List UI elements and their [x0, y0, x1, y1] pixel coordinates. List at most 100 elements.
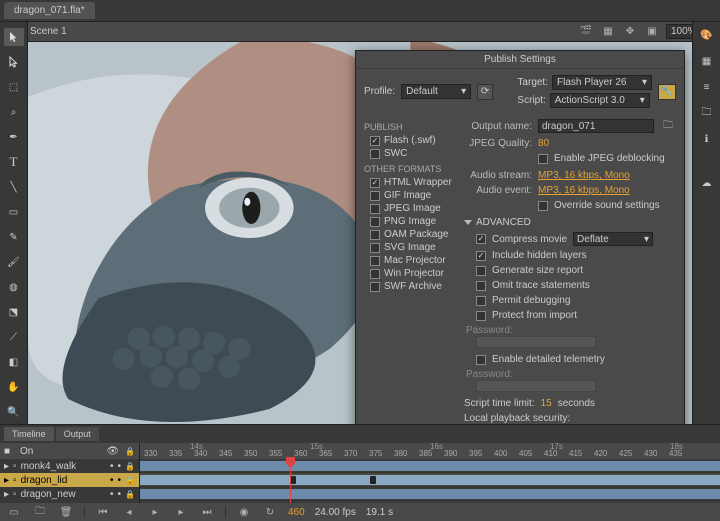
- cc-icon[interactable]: ☁: [697, 174, 717, 192]
- trash-icon[interactable]: 🗑: [58, 504, 74, 520]
- password-input-2: [476, 380, 596, 392]
- size-check[interactable]: [476, 266, 486, 276]
- subselect-tool[interactable]: [4, 53, 24, 71]
- trace-label: Omit trace statements: [492, 280, 590, 291]
- advanced-toggle[interactable]: ADVANCED: [464, 217, 676, 228]
- lasso-tool[interactable]: ⌕: [4, 103, 24, 121]
- zoom-tool[interactable]: 🔍: [4, 403, 24, 421]
- line-tool[interactable]: ╲: [4, 178, 24, 196]
- lps-label: Local playback security:: [464, 413, 676, 424]
- other-heading: OTHER FORMATS: [364, 164, 456, 174]
- selection-tool[interactable]: [4, 28, 24, 46]
- info-icon[interactable]: ℹ: [697, 130, 717, 148]
- transform-tool[interactable]: ⬚: [4, 78, 24, 96]
- audio-stream-link[interactable]: MP3, 16 kbps, Mono: [538, 170, 630, 181]
- color-panel-icon[interactable]: 🎨: [697, 26, 717, 44]
- fmt-oam[interactable]: OAM Package: [364, 228, 456, 241]
- new-layer-icon[interactable]: ▭: [6, 504, 22, 520]
- settings-wrench-icon[interactable]: 🔧: [658, 84, 676, 100]
- stl-unit: seconds: [558, 398, 595, 409]
- layer-row[interactable]: ▸▫dragon_new••🔒: [0, 487, 139, 501]
- eraser-tool[interactable]: ◧: [4, 353, 24, 371]
- compress-label: Compress movie: [492, 234, 567, 245]
- password-input-1: [476, 336, 596, 348]
- audio-stream-label: Audio stream:: [464, 170, 532, 181]
- password-label-1: Password:: [466, 325, 676, 336]
- tab-timeline[interactable]: Timeline: [4, 427, 54, 441]
- fmt-gif[interactable]: GIF Image: [364, 189, 456, 202]
- swatches-icon[interactable]: ▦: [697, 52, 717, 70]
- fmt-svg[interactable]: SVG Image: [364, 241, 456, 254]
- password-label-2: Password:: [466, 369, 676, 380]
- protect-label: Protect from import: [492, 310, 577, 321]
- onion-icon[interactable]: ◉: [236, 504, 252, 520]
- layer-row[interactable]: ▸▫monk4_walk••🔒: [0, 459, 139, 473]
- telemetry-check[interactable]: [476, 355, 486, 365]
- fmt-flash[interactable]: Flash (.swf): [364, 134, 456, 147]
- format-list: PUBLISH Flash (.swf) SWC OTHER FORMATS H…: [364, 118, 456, 473]
- pencil-tool[interactable]: ✎: [4, 228, 24, 246]
- hidden-label: Include hidden layers: [492, 250, 587, 261]
- align-icon[interactable]: ≡: [697, 78, 717, 96]
- pen-tool[interactable]: ✒: [4, 128, 24, 146]
- clapper-icon[interactable]: 🎬: [578, 24, 594, 40]
- fmt-win[interactable]: Win Projector: [364, 267, 456, 280]
- fmt-jpeg[interactable]: JPEG Image: [364, 202, 456, 215]
- brush-tool[interactable]: 🖌: [4, 253, 24, 271]
- hand-tool[interactable]: ✋: [4, 378, 24, 396]
- scene-toolbar: ⇦ Scene 1 🎬 ▦ ✥ ▣ 100%▾: [0, 22, 720, 42]
- script-label: Script:: [517, 95, 545, 106]
- compress-select[interactable]: Deflate▾: [573, 232, 653, 246]
- stl-value[interactable]: 15: [541, 398, 552, 409]
- next-frame-icon[interactable]: ▸: [173, 504, 189, 520]
- override-sound-check[interactable]: [538, 201, 548, 211]
- scene-icon[interactable]: ▦: [600, 24, 616, 40]
- audio-event-link[interactable]: MP3, 16 kbps, Mono: [538, 185, 630, 196]
- target-label: Target:: [517, 77, 548, 88]
- layer-list: ■On👁🔒 ▸▫monk4_walk••🔒 ▸▫dragon_lid••🔒 ▸▫…: [0, 443, 140, 503]
- fmt-swfa[interactable]: SWF Archive: [364, 280, 456, 293]
- play-icon[interactable]: ▸: [147, 504, 163, 520]
- paint-tool[interactable]: ⬔: [4, 303, 24, 321]
- output-input[interactable]: dragon_071: [538, 119, 654, 133]
- fmt-html[interactable]: HTML Wrapper: [364, 176, 456, 189]
- file-tab[interactable]: dragon_071.fla*: [4, 2, 95, 19]
- new-folder-icon[interactable]: 🗀: [32, 504, 48, 520]
- debug-check[interactable]: [476, 296, 486, 306]
- hidden-check[interactable]: [476, 251, 486, 261]
- fps-label: 24.00 fps: [315, 507, 356, 518]
- frame-area[interactable]: 14s 15s 16s 17s 18s 330 335 340 345 350 …: [140, 443, 720, 503]
- prev-frame-icon[interactable]: ◂: [121, 504, 137, 520]
- eyedrop-tool[interactable]: ⟋: [4, 328, 24, 346]
- target-select[interactable]: Flash Player 26▾: [552, 75, 652, 90]
- jpeg-q-value[interactable]: 80: [538, 138, 549, 149]
- library-icon[interactable]: 🗀: [697, 104, 717, 122]
- audio-event-label: Audio event:: [464, 185, 532, 196]
- loop-icon[interactable]: ↻: [262, 504, 278, 520]
- first-frame-icon[interactable]: ⏮: [95, 504, 111, 520]
- protect-check[interactable]: [476, 311, 486, 321]
- fmt-mac[interactable]: Mac Projector: [364, 254, 456, 267]
- size-label: Generate size report: [492, 265, 583, 276]
- grid-icon[interactable]: ▣: [644, 24, 660, 40]
- playhead[interactable]: [290, 459, 291, 503]
- compress-check[interactable]: [476, 234, 486, 244]
- fmt-png[interactable]: PNG Image: [364, 215, 456, 228]
- trace-check[interactable]: [476, 281, 486, 291]
- profile-options-icon[interactable]: ⟳: [477, 84, 493, 100]
- jpeg-deblock-check[interactable]: [538, 154, 548, 164]
- last-frame-icon[interactable]: ⏭: [199, 504, 215, 520]
- current-frame[interactable]: 460: [288, 507, 305, 518]
- override-sound-label: Override sound settings: [554, 200, 660, 211]
- bucket-tool[interactable]: ◍: [4, 278, 24, 296]
- script-select[interactable]: ActionScript 3.0▾: [550, 93, 650, 108]
- profile-select[interactable]: Default▾: [401, 84, 471, 99]
- browse-icon[interactable]: 🗀: [660, 118, 676, 134]
- text-tool[interactable]: T: [4, 153, 24, 171]
- layer-row[interactable]: ▸▫dragon_lid••🔒: [0, 473, 139, 487]
- fmt-swc[interactable]: SWC: [364, 147, 456, 160]
- rect-tool[interactable]: ▭: [4, 203, 24, 221]
- timeline-footer: ▭ 🗀 🗑 ⏮ ◂ ▸ ▸ ⏭ ◉ ↻ 460 24.00 fps 19.1 s: [0, 503, 720, 521]
- center-icon[interactable]: ✥: [622, 24, 638, 40]
- tab-output[interactable]: Output: [56, 427, 99, 441]
